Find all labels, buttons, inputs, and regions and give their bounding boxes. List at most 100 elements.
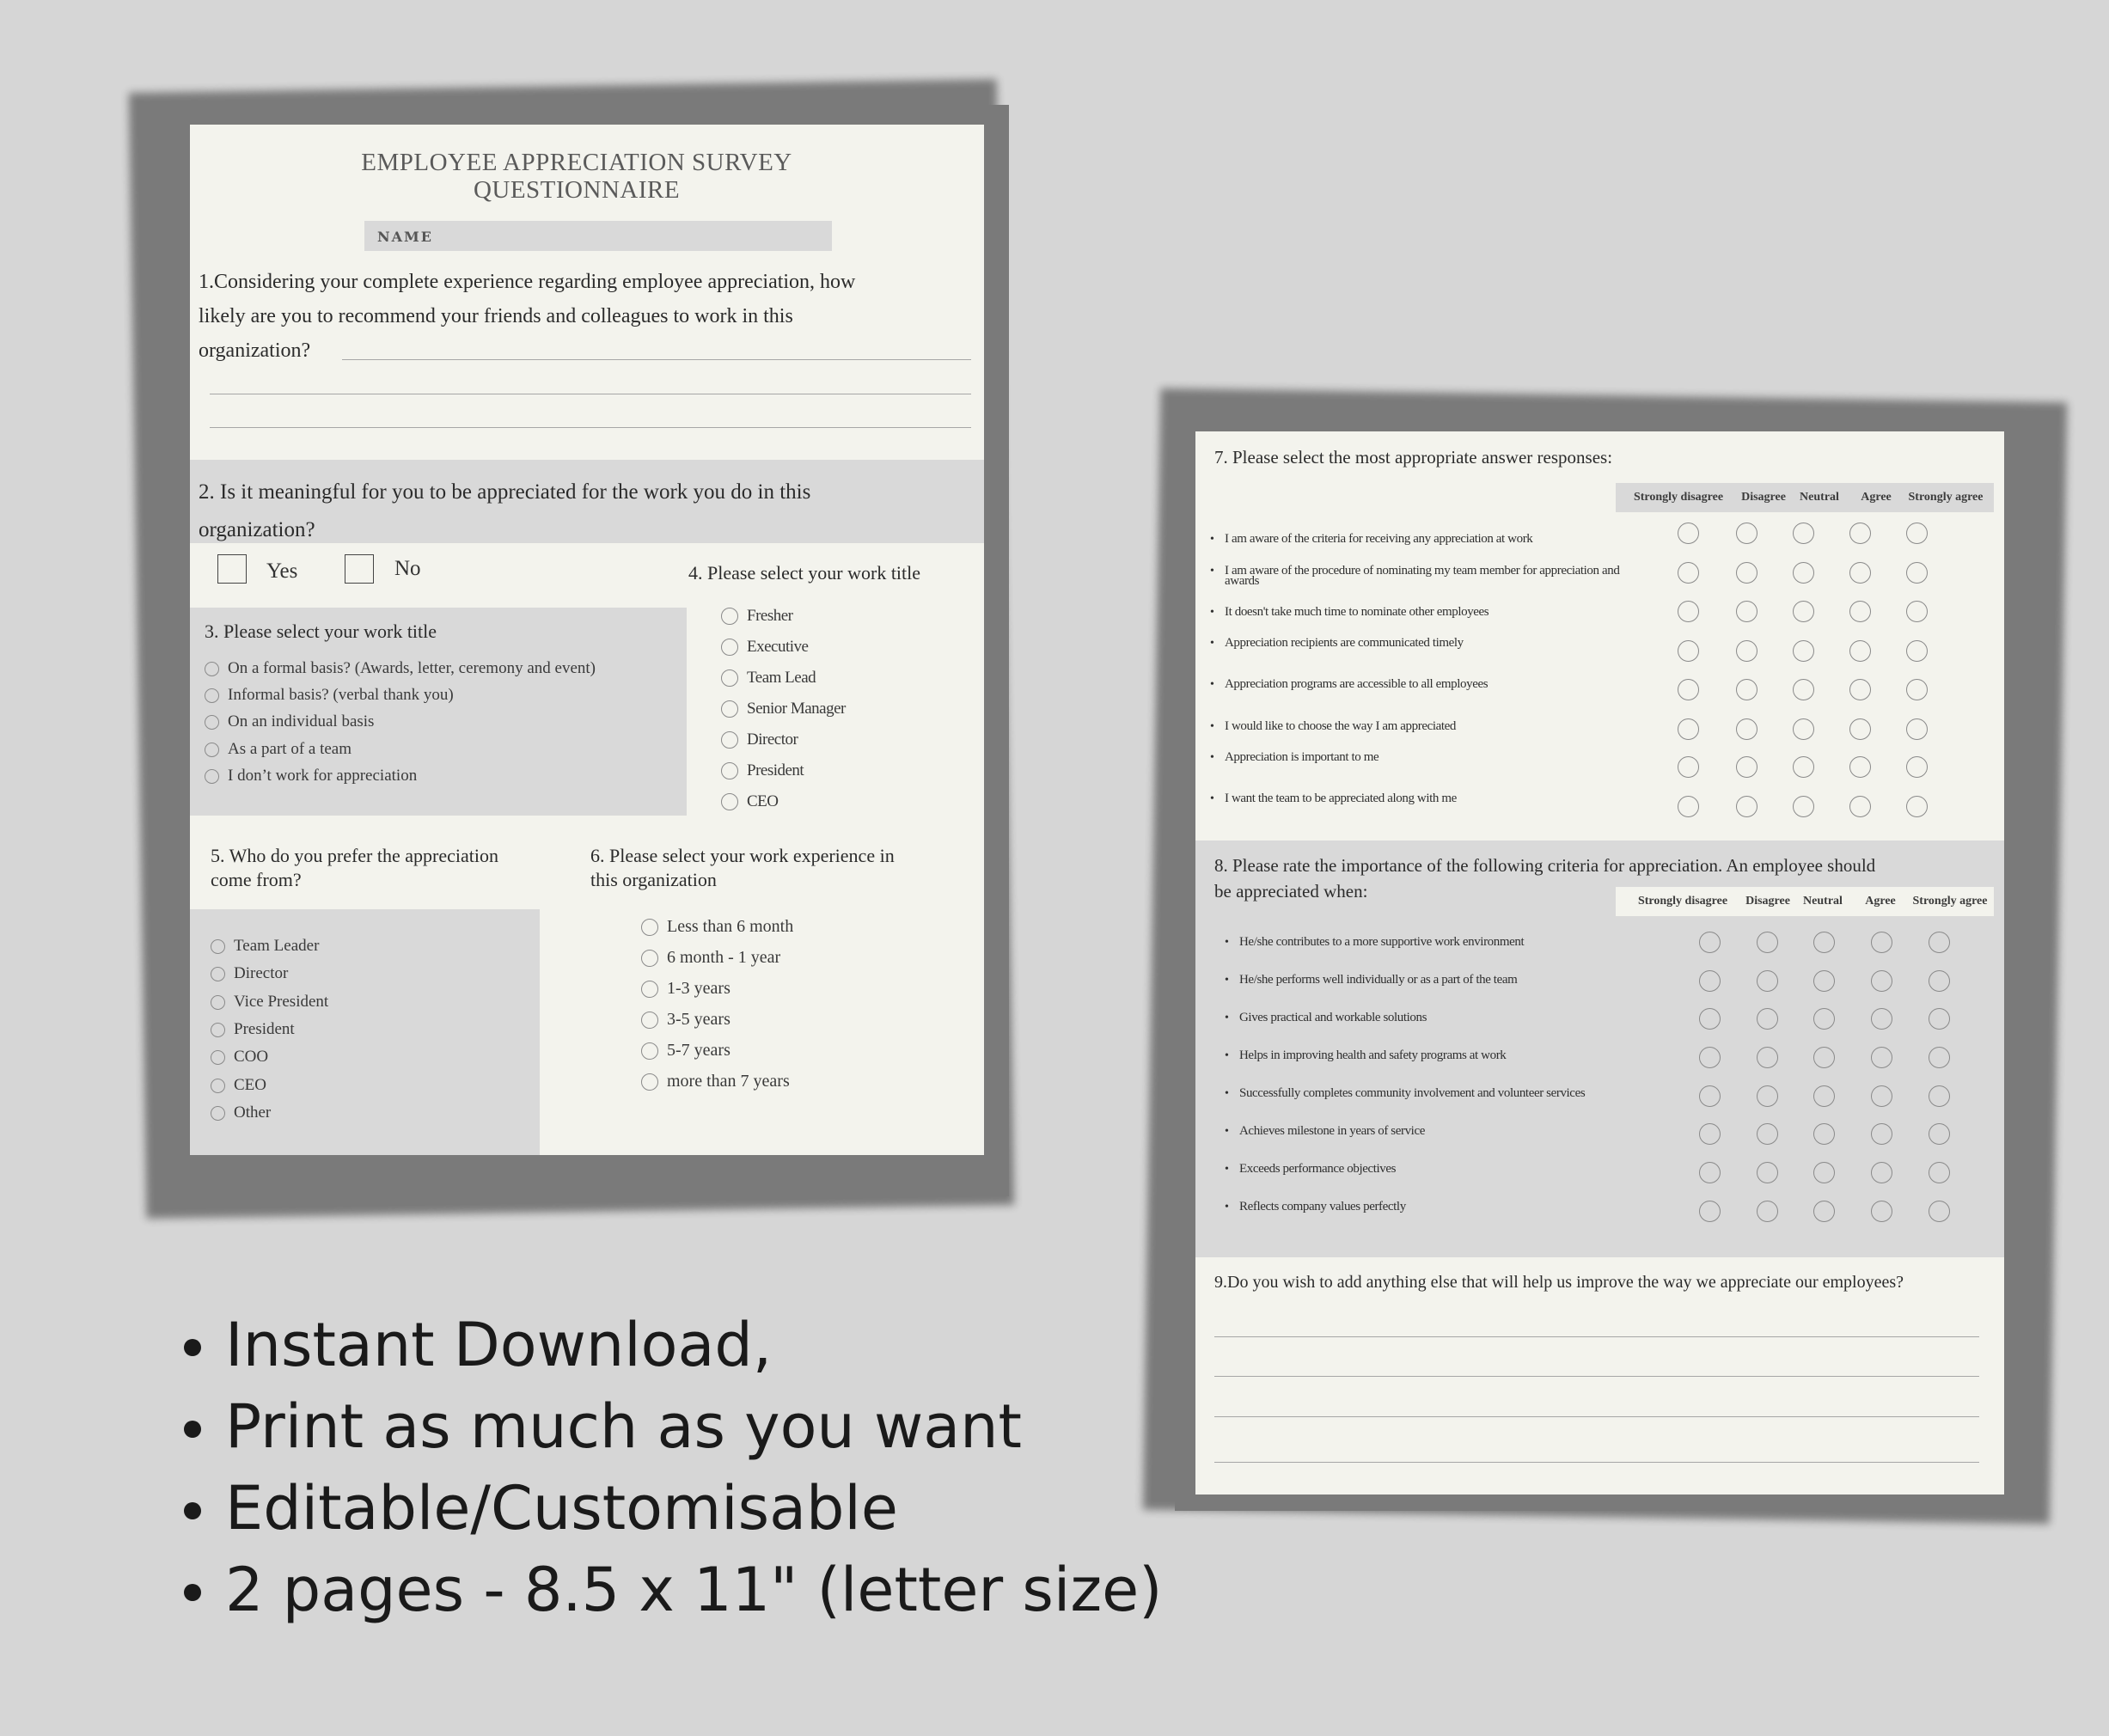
q7-rating-radio[interactable] [1906, 718, 1928, 740]
q8-rating-radio[interactable] [1871, 1008, 1892, 1030]
q8-rating-radio[interactable] [1871, 970, 1892, 992]
q7-rating-radio[interactable] [1906, 640, 1928, 662]
q8-rating-radio[interactable] [1699, 1047, 1721, 1068]
q7-rating-radio[interactable] [1678, 756, 1699, 778]
q4-option[interactable]: Director [721, 730, 798, 749]
q7-rating-radio[interactable] [1906, 601, 1928, 622]
q8-rating-radio[interactable] [1699, 1008, 1721, 1030]
q3-option[interactable]: On an individual basis [205, 712, 374, 731]
q7-rating-radio[interactable] [1906, 523, 1928, 544]
radio-icon[interactable] [641, 980, 658, 998]
q7-rating-radio[interactable] [1849, 562, 1871, 584]
q7-rating-radio[interactable] [1736, 679, 1758, 700]
q8-rating-radio[interactable] [1871, 1123, 1892, 1145]
radio-icon[interactable] [721, 731, 738, 749]
q7-rating-radio[interactable] [1849, 640, 1871, 662]
q8-rating-radio[interactable] [1871, 1201, 1892, 1222]
q8-rating-radio[interactable] [1699, 1085, 1721, 1107]
q8-rating-radio[interactable] [1871, 1047, 1892, 1068]
radio-icon[interactable] [211, 1022, 225, 1037]
radio-icon[interactable] [721, 608, 738, 625]
q7-rating-radio[interactable] [1793, 679, 1814, 700]
q7-rating-radio[interactable] [1793, 523, 1814, 544]
q4-option[interactable]: Team Lead [721, 669, 816, 688]
q3-option[interactable]: As a part of a team [205, 740, 352, 759]
q7-rating-radio[interactable] [1793, 796, 1814, 817]
radio-icon[interactable] [721, 793, 738, 810]
q7-rating-radio[interactable] [1678, 601, 1699, 622]
q6-option[interactable]: Less than 6 month [641, 917, 793, 937]
q7-rating-radio[interactable] [1678, 679, 1699, 700]
q8-rating-radio[interactable] [1757, 1008, 1778, 1030]
q9-answer-line[interactable] [1214, 1376, 1979, 1377]
radio-icon[interactable] [721, 669, 738, 687]
q8-rating-radio[interactable] [1813, 1162, 1835, 1183]
q7-rating-radio[interactable] [1736, 796, 1758, 817]
q3-option[interactable]: Informal basis? (verbal thank you) [205, 686, 454, 705]
q5-option[interactable]: Other [211, 1103, 271, 1122]
q7-rating-radio[interactable] [1678, 640, 1699, 662]
q5-option[interactable]: CEO [211, 1076, 266, 1095]
q8-rating-radio[interactable] [1699, 970, 1721, 992]
q7-rating-radio[interactable] [1849, 523, 1871, 544]
radio-icon[interactable] [641, 1042, 658, 1060]
q7-rating-radio[interactable] [1849, 601, 1871, 622]
q9-answer-line[interactable] [1214, 1462, 1979, 1463]
q7-rating-radio[interactable] [1736, 718, 1758, 740]
q9-answer-line[interactable] [1214, 1336, 1979, 1337]
q6-option[interactable]: 1-3 years [641, 979, 731, 999]
no-checkbox[interactable] [345, 554, 374, 584]
q7-rating-radio[interactable] [1736, 562, 1758, 584]
q7-rating-radio[interactable] [1793, 640, 1814, 662]
radio-icon[interactable] [211, 938, 225, 954]
radio-icon[interactable] [211, 994, 225, 1010]
q4-option[interactable]: Fresher [721, 607, 793, 626]
radio-icon[interactable] [641, 1073, 658, 1091]
q8-rating-radio[interactable] [1813, 1123, 1835, 1145]
q8-rating-radio[interactable] [1757, 932, 1778, 953]
radio-icon[interactable] [205, 768, 219, 784]
q6-option[interactable]: 6 month - 1 year [641, 948, 780, 968]
q7-rating-radio[interactable] [1906, 562, 1928, 584]
radio-icon[interactable] [205, 714, 219, 730]
q8-rating-radio[interactable] [1929, 970, 1950, 992]
q1-answer-line[interactable] [342, 359, 971, 360]
q7-rating-radio[interactable] [1793, 562, 1814, 584]
q8-rating-radio[interactable] [1929, 1162, 1950, 1183]
q5-option[interactable]: Director [211, 964, 288, 983]
q8-rating-radio[interactable] [1757, 1201, 1778, 1222]
q8-rating-radio[interactable] [1813, 1047, 1835, 1068]
q7-rating-radio[interactable] [1849, 796, 1871, 817]
q7-rating-radio[interactable] [1793, 756, 1814, 778]
radio-icon[interactable] [721, 639, 738, 656]
q8-rating-radio[interactable] [1813, 1085, 1835, 1107]
q4-option[interactable]: Senior Manager [721, 700, 846, 718]
q7-rating-radio[interactable] [1678, 796, 1699, 817]
radio-icon[interactable] [205, 742, 219, 757]
q7-rating-radio[interactable] [1906, 796, 1928, 817]
q8-rating-radio[interactable] [1699, 932, 1721, 953]
radio-icon[interactable] [205, 688, 219, 703]
q7-rating-radio[interactable] [1678, 718, 1699, 740]
name-field[interactable]: NAME [364, 221, 832, 251]
q8-rating-radio[interactable] [1813, 1008, 1835, 1030]
q8-rating-radio[interactable] [1813, 932, 1835, 953]
yes-checkbox[interactable] [217, 554, 247, 584]
q5-option[interactable]: Team Leader [211, 937, 319, 956]
q8-rating-radio[interactable] [1699, 1201, 1721, 1222]
q8-rating-radio[interactable] [1929, 1008, 1950, 1030]
q7-rating-radio[interactable] [1736, 523, 1758, 544]
radio-icon[interactable] [211, 1078, 225, 1093]
q7-rating-radio[interactable] [1678, 523, 1699, 544]
q7-rating-radio[interactable] [1906, 679, 1928, 700]
q1-answer-line[interactable] [210, 427, 971, 428]
q8-rating-radio[interactable] [1871, 932, 1892, 953]
q7-rating-radio[interactable] [1736, 640, 1758, 662]
q5-option[interactable]: Vice President [211, 993, 328, 1012]
radio-icon[interactable] [641, 949, 658, 967]
q8-rating-radio[interactable] [1699, 1162, 1721, 1183]
q9-answer-line[interactable] [1214, 1416, 1979, 1417]
q3-option[interactable]: On a formal basis? (Awards, letter, cere… [205, 659, 596, 678]
q8-rating-radio[interactable] [1699, 1123, 1721, 1145]
radio-icon[interactable] [211, 966, 225, 981]
